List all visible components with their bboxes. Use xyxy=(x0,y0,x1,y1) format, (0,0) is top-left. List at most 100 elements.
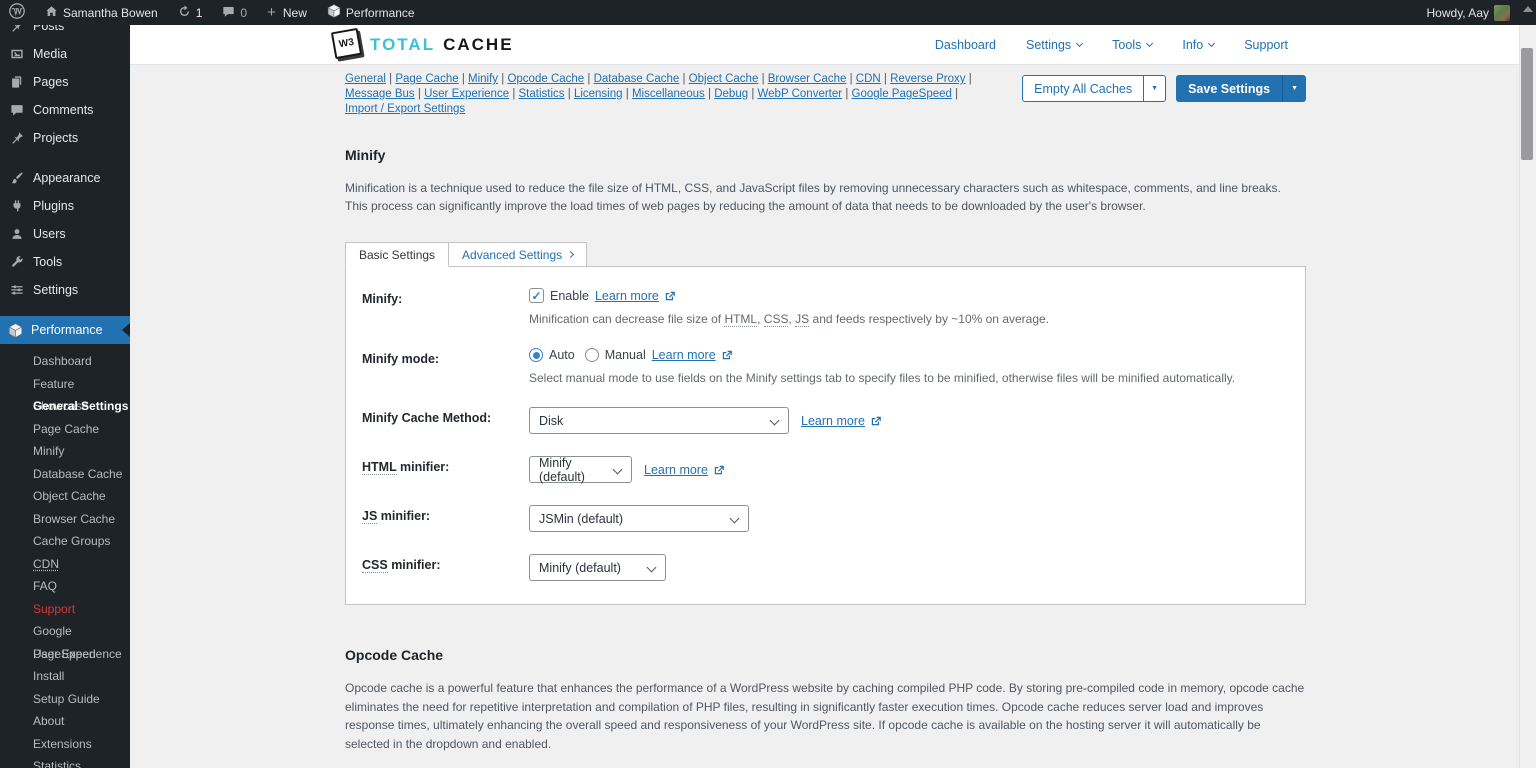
chevron-right-icon xyxy=(567,251,574,258)
minify-mode-learn-more-link[interactable]: Learn more xyxy=(652,348,733,362)
media-icon xyxy=(10,47,24,61)
sidebar-item-posts[interactable]: Posts xyxy=(0,25,130,40)
submenu-item-setup-guide[interactable]: Setup Guide xyxy=(0,688,130,711)
bc-object-cache[interactable]: Object Cache xyxy=(689,73,759,85)
bc-webp-converter[interactable]: WebP Converter xyxy=(758,88,843,100)
minify-cache-method-select[interactable]: Disk xyxy=(529,407,789,434)
tab-advanced-settings[interactable]: Advanced Settings xyxy=(449,242,587,267)
w3tc-header: W3 TOTAL CACHE Dashboard Settings Tools … xyxy=(130,25,1536,65)
submenu-item-cache-groups[interactable]: Cache Groups xyxy=(0,530,130,553)
sidebar-item-label: Media xyxy=(33,47,67,61)
bc-debug[interactable]: Debug xyxy=(714,88,748,100)
save-settings-button[interactable]: Save Settings ▼ xyxy=(1176,75,1306,102)
submenu-item-object-cache[interactable]: Object Cache xyxy=(0,485,130,508)
minify-enable-checkbox[interactable]: ✓ xyxy=(529,288,544,303)
minify-cache-method-row: Minify Cache Method: Disk Learn more xyxy=(362,396,1289,445)
page-scrollbar[interactable] xyxy=(1519,0,1536,768)
submenu-item-statistics[interactable]: Statistics xyxy=(0,755,130,768)
performance-admin-bar-menu[interactable]: Performance xyxy=(318,0,424,25)
cache-method-learn-more-link[interactable]: Learn more xyxy=(801,414,882,428)
css-minifier-select[interactable]: Minify (default) xyxy=(529,554,666,581)
breadcrumb-separator: | xyxy=(418,88,421,100)
bc-statistics[interactable]: Statistics xyxy=(519,88,565,100)
bc-google-pagespeed[interactable]: Google PageSpeed xyxy=(852,88,952,100)
bc-cdn[interactable]: CDN xyxy=(856,73,881,85)
scrollbar-up-arrow-icon[interactable] xyxy=(1523,6,1533,12)
empty-caches-dropdown-toggle[interactable]: ▼ xyxy=(1143,76,1165,101)
submenu-item-general-settings[interactable]: General Settings xyxy=(0,395,130,418)
plugin-icon xyxy=(10,199,24,213)
submenu-item-extensions[interactable]: Extensions xyxy=(0,733,130,756)
sidebar-item-pages[interactable]: Pages xyxy=(0,68,130,96)
brush-icon xyxy=(10,171,24,185)
breadcrumb-separator: | xyxy=(389,73,392,85)
submenu-item-install[interactable]: Install xyxy=(0,665,130,688)
sidebar-item-label: Posts xyxy=(33,25,64,33)
minify-mode-auto-radio[interactable] xyxy=(529,348,543,362)
external-link-icon xyxy=(713,464,725,476)
submenu-item-page-cache[interactable]: Page Cache xyxy=(0,418,130,441)
html-minifier-learn-more-link[interactable]: Learn more xyxy=(644,463,725,477)
logo-total-text: TOTAL xyxy=(370,35,435,55)
minify-section-title: Minify xyxy=(345,147,1320,163)
bc-minify[interactable]: Minify xyxy=(468,73,498,85)
minify-mode-label: Minify mode: xyxy=(362,348,529,385)
empty-all-caches-button[interactable]: Empty All Caches ▼ xyxy=(1022,75,1166,102)
bc-miscellaneous[interactable]: Miscellaneous xyxy=(632,88,705,100)
nav-info[interactable]: Info xyxy=(1182,38,1214,52)
sidebar-item-tools[interactable]: Tools xyxy=(0,248,130,276)
js-minifier-select[interactable]: JSMin (default) xyxy=(529,505,749,532)
bc-opcode-cache[interactable]: Opcode Cache xyxy=(507,73,584,85)
site-name-menu[interactable]: Samantha Bowen xyxy=(36,0,167,25)
nav-support[interactable]: Support xyxy=(1244,38,1288,52)
minify-enable-learn-more-link[interactable]: Learn more xyxy=(595,289,676,303)
sidebar-item-users[interactable]: Users xyxy=(0,220,130,248)
sidebar-item-comments[interactable]: Comments xyxy=(0,96,130,124)
updates-menu[interactable]: 1 xyxy=(169,0,212,25)
minify-mode-manual-radio[interactable] xyxy=(585,348,599,362)
my-account-menu[interactable]: Howdy, Aay xyxy=(1418,0,1510,25)
bc-browser-cache[interactable]: Browser Cache xyxy=(768,73,847,85)
submenu-item-dashboard[interactable]: Dashboard xyxy=(0,350,130,373)
bc-message-bus[interactable]: Message Bus xyxy=(345,88,415,100)
bc-user-experience[interactable]: User Experience xyxy=(424,88,509,100)
nav-dashboard[interactable]: Dashboard xyxy=(935,38,996,52)
submenu-item-minify[interactable]: Minify xyxy=(0,440,130,463)
submenu-item-browser-cache[interactable]: Browser Cache xyxy=(0,508,130,531)
bc-reverse-proxy[interactable]: Reverse Proxy xyxy=(890,73,965,85)
sidebar-item-settings[interactable]: Settings xyxy=(0,276,130,304)
wp-admin-bar: Samantha Bowen 1 0 + New Performance How… xyxy=(0,0,1536,25)
sidebar-item-projects[interactable]: Projects xyxy=(0,124,130,152)
comments-menu[interactable]: 0 xyxy=(213,0,256,25)
performance-label: Performance xyxy=(346,6,415,20)
sidebar-item-media[interactable]: Media xyxy=(0,40,130,68)
sidebar-item-plugins[interactable]: Plugins xyxy=(0,192,130,220)
submenu-item-faq[interactable]: FAQ xyxy=(0,575,130,598)
wp-logo-menu[interactable] xyxy=(0,0,34,25)
external-link-icon xyxy=(664,290,676,302)
bc-database-cache[interactable]: Database Cache xyxy=(594,73,680,85)
nav-tools[interactable]: Tools xyxy=(1112,38,1152,52)
scrollbar-thumb[interactable] xyxy=(1521,48,1533,160)
submenu-item-support[interactable]: Support xyxy=(0,598,130,621)
nav-settings[interactable]: Settings xyxy=(1026,38,1082,52)
breadcrumb-separator: | xyxy=(850,73,853,85)
sidebar-item-performance[interactable]: Performance xyxy=(0,316,130,344)
bc-licensing[interactable]: Licensing xyxy=(574,88,623,100)
submenu-item-google-pagespeed[interactable]: Google PageSpeed xyxy=(0,620,130,643)
bc-general[interactable]: General xyxy=(345,73,386,85)
tab-basic-settings[interactable]: Basic Settings xyxy=(345,242,449,267)
save-settings-dropdown-toggle[interactable]: ▼ xyxy=(1282,75,1306,102)
submenu-item-cdn[interactable]: CDN xyxy=(0,553,130,576)
wp-admin-sidebar: Posts Media Pages Comments Projects Ap xyxy=(0,25,130,768)
bc-page-cache[interactable]: Page Cache xyxy=(395,73,458,85)
breadcrumb-separator: | xyxy=(587,73,590,85)
submenu-item-feature-showcase[interactable]: Feature Showcase xyxy=(0,373,130,396)
sidebar-item-appearance[interactable]: Appearance xyxy=(0,164,130,192)
bc-import-export[interactable]: Import / Export Settings xyxy=(345,103,465,115)
html-minifier-select[interactable]: Minify (default) xyxy=(529,456,632,483)
new-content-menu[interactable]: + New xyxy=(258,0,316,25)
submenu-item-user-experience[interactable]: User Experience xyxy=(0,643,130,666)
submenu-item-database-cache[interactable]: Database Cache xyxy=(0,463,130,486)
submenu-item-about[interactable]: About xyxy=(0,710,130,733)
